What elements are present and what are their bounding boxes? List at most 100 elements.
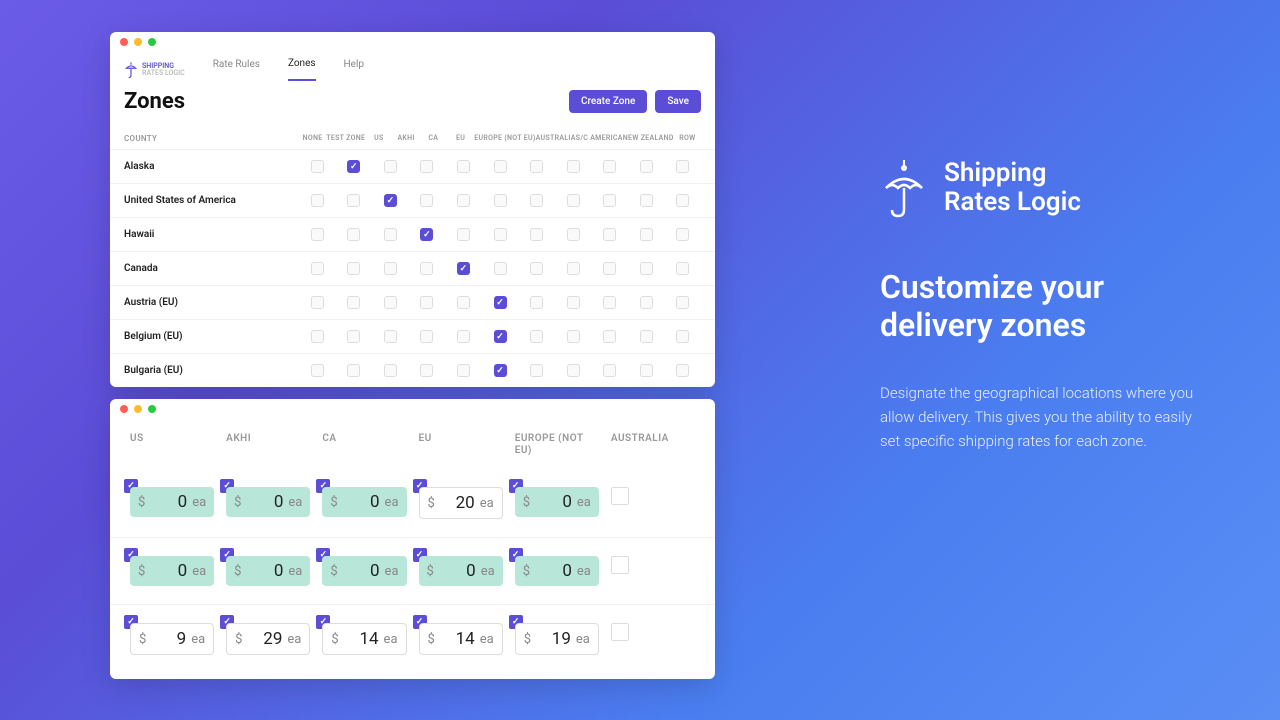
zone-checkbox[interactable]: [567, 364, 580, 377]
zone-checkbox[interactable]: [567, 262, 580, 275]
rate-input[interactable]: $20ea: [419, 487, 503, 519]
zone-checkbox[interactable]: [457, 296, 470, 309]
zone-checkbox[interactable]: [347, 160, 360, 173]
save-button[interactable]: Save: [655, 90, 701, 113]
zone-checkbox[interactable]: [676, 330, 689, 343]
zone-checkbox[interactable]: [494, 194, 507, 207]
zone-checkbox[interactable]: [567, 330, 580, 343]
rate-input[interactable]: $0ea: [515, 487, 599, 517]
zone-checkbox[interactable]: [384, 364, 397, 377]
zone-checkbox[interactable]: [384, 228, 397, 241]
zone-checkbox[interactable]: [530, 296, 543, 309]
rate-input[interactable]: $0ea: [515, 556, 599, 586]
close-dot[interactable]: [120, 38, 128, 46]
nav-help[interactable]: Help: [344, 59, 364, 80]
zone-checkbox[interactable]: [420, 228, 433, 241]
zone-checkbox[interactable]: [311, 194, 324, 207]
zone-checkbox[interactable]: [567, 296, 580, 309]
rate-input[interactable]: $0ea: [130, 556, 214, 586]
zone-checkbox[interactable]: [347, 228, 360, 241]
zone-checkbox[interactable]: [603, 160, 616, 173]
maximize-dot[interactable]: [148, 38, 156, 46]
rate-input[interactable]: $14ea: [322, 623, 406, 655]
zone-checkbox[interactable]: [640, 364, 653, 377]
zone-checkbox[interactable]: [530, 330, 543, 343]
rate-input[interactable]: $9ea: [130, 623, 214, 655]
rate-input[interactable]: $0ea: [226, 556, 310, 586]
zone-checkbox[interactable]: [347, 262, 360, 275]
zone-checkbox[interactable]: [457, 194, 470, 207]
zone-checkbox[interactable]: [530, 364, 543, 377]
minimize-dot[interactable]: [134, 38, 142, 46]
zone-checkbox[interactable]: [494, 330, 507, 343]
nav-rate-rules[interactable]: Rate Rules: [213, 59, 260, 80]
zone-checkbox[interactable]: [567, 160, 580, 173]
maximize-dot[interactable]: [148, 405, 156, 413]
rate-input[interactable]: $14ea: [419, 623, 503, 655]
zone-checkbox[interactable]: [567, 228, 580, 241]
zone-checkbox[interactable]: [420, 296, 433, 309]
zone-checkbox[interactable]: [311, 296, 324, 309]
rate-input[interactable]: $29ea: [226, 623, 310, 655]
zone-checkbox[interactable]: [603, 296, 616, 309]
zone-checkbox[interactable]: [640, 160, 653, 173]
nav-zones[interactable]: Zones: [288, 58, 316, 81]
zone-checkbox[interactable]: [603, 228, 616, 241]
zone-checkbox[interactable]: [457, 364, 470, 377]
zone-checkbox[interactable]: [347, 194, 360, 207]
zone-checkbox[interactable]: [457, 262, 470, 275]
zone-checkbox[interactable]: [420, 262, 433, 275]
zone-checkbox[interactable]: [384, 262, 397, 275]
zone-checkbox[interactable]: [384, 330, 397, 343]
zone-checkbox[interactable]: [640, 296, 653, 309]
zone-checkbox[interactable]: [494, 160, 507, 173]
zone-checkbox[interactable]: [457, 228, 470, 241]
create-zone-button[interactable]: Create Zone: [569, 90, 647, 113]
zone-checkbox[interactable]: [311, 262, 324, 275]
zone-checkbox[interactable]: [640, 330, 653, 343]
zone-checkbox[interactable]: [676, 364, 689, 377]
zone-checkbox[interactable]: [384, 160, 397, 173]
rate-checkbox[interactable]: [611, 556, 629, 574]
minimize-dot[interactable]: [134, 405, 142, 413]
zone-checkbox[interactable]: [603, 364, 616, 377]
zone-checkbox[interactable]: [494, 364, 507, 377]
zone-checkbox[interactable]: [311, 160, 324, 173]
zone-checkbox[interactable]: [530, 228, 543, 241]
zone-checkbox[interactable]: [347, 364, 360, 377]
zone-checkbox[interactable]: [494, 262, 507, 275]
rate-input[interactable]: $0ea: [322, 487, 406, 517]
rate-input[interactable]: $19ea: [515, 623, 599, 655]
rate-input[interactable]: $0ea: [419, 556, 503, 586]
zone-checkbox[interactable]: [311, 364, 324, 377]
rate-input[interactable]: $0ea: [130, 487, 214, 517]
zone-checkbox[interactable]: [676, 228, 689, 241]
zone-checkbox[interactable]: [530, 160, 543, 173]
zone-checkbox[interactable]: [494, 296, 507, 309]
zone-checkbox[interactable]: [676, 160, 689, 173]
zone-checkbox[interactable]: [676, 296, 689, 309]
zone-checkbox[interactable]: [420, 364, 433, 377]
zone-checkbox[interactable]: [457, 160, 470, 173]
zone-checkbox[interactable]: [384, 296, 397, 309]
rate-checkbox[interactable]: [611, 487, 629, 505]
rate-input[interactable]: $0ea: [226, 487, 310, 517]
close-dot[interactable]: [120, 405, 128, 413]
zone-checkbox[interactable]: [603, 262, 616, 275]
zone-checkbox[interactable]: [347, 330, 360, 343]
zone-checkbox[interactable]: [311, 228, 324, 241]
zone-checkbox[interactable]: [347, 296, 360, 309]
zone-checkbox[interactable]: [311, 330, 324, 343]
zone-checkbox[interactable]: [530, 262, 543, 275]
zone-checkbox[interactable]: [603, 330, 616, 343]
zone-checkbox[interactable]: [640, 228, 653, 241]
zone-checkbox[interactable]: [420, 160, 433, 173]
rate-input[interactable]: $0ea: [322, 556, 406, 586]
zone-checkbox[interactable]: [640, 194, 653, 207]
zone-checkbox[interactable]: [640, 262, 653, 275]
zone-checkbox[interactable]: [676, 194, 689, 207]
zone-checkbox[interactable]: [603, 194, 616, 207]
rate-checkbox[interactable]: [611, 623, 629, 641]
zone-checkbox[interactable]: [457, 330, 470, 343]
zone-checkbox[interactable]: [494, 228, 507, 241]
